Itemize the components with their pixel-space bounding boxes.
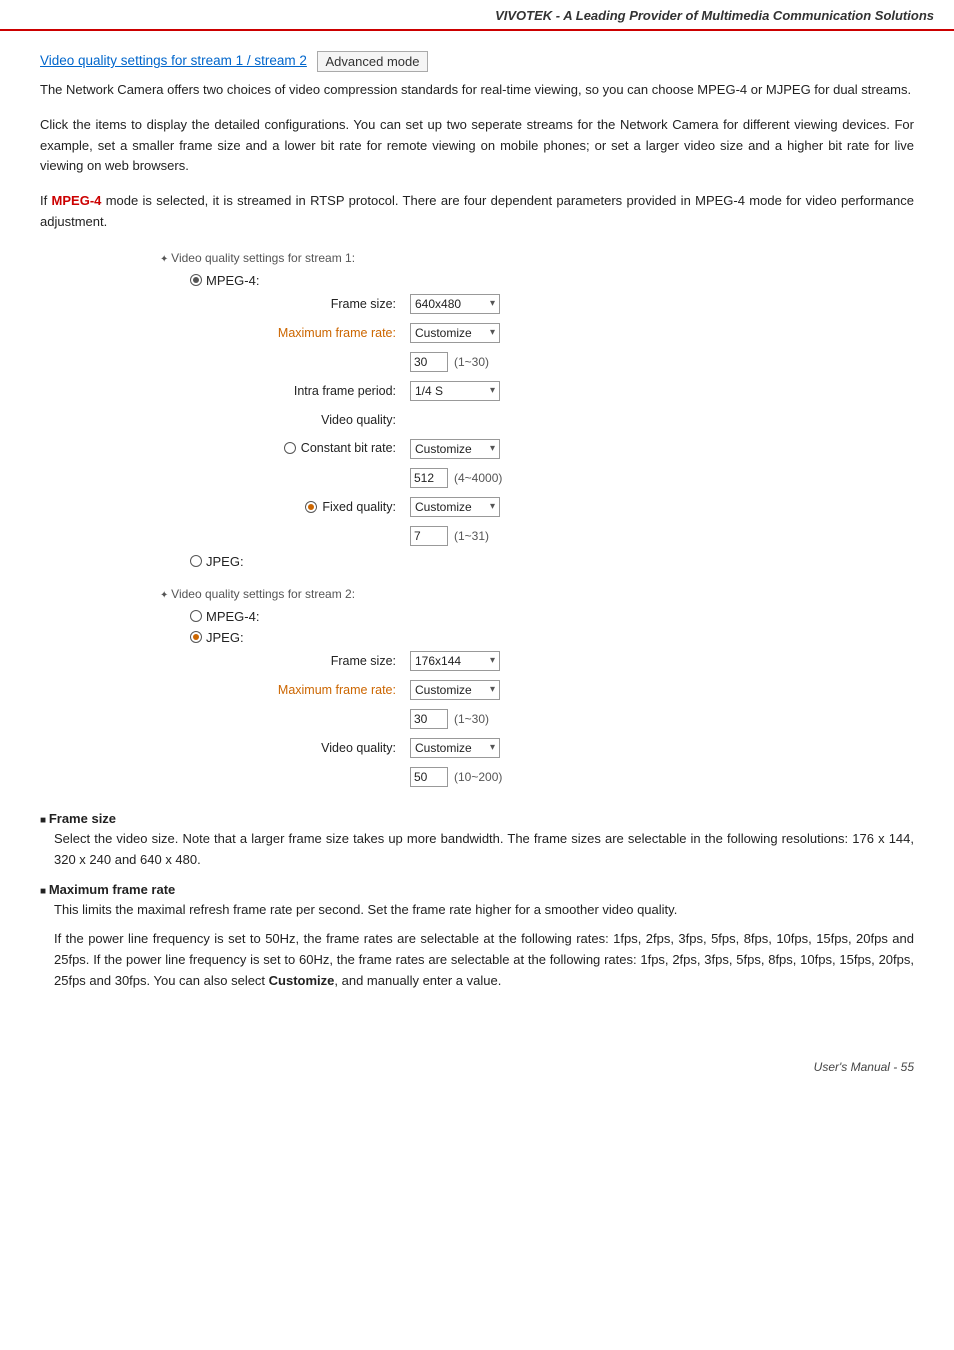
stream2-mpeg4-radio-row: MPEG-4: — [190, 609, 914, 624]
stream2-frame-size-label: Frame size: — [250, 654, 410, 668]
advanced-mode-button[interactable]: Advanced mode — [317, 51, 429, 72]
stream1-cbr-label: Constant bit rate: — [301, 441, 396, 455]
stream2-frame-size-row: Frame size: 176x144 — [250, 649, 914, 673]
legend-max-frame-rate: Maximum frame rate This limits the maxim… — [40, 882, 914, 991]
stream1-intra-frame-select[interactable]: 1/4 S — [410, 381, 500, 401]
stream2-vq-select[interactable]: Customize — [410, 738, 500, 758]
stream1-max-frame-rate-label: Maximum frame rate: — [250, 326, 410, 340]
legend-sub-bold: Customize — [269, 973, 335, 988]
header-title: VIVOTEK - A Leading Provider of Multimed… — [495, 8, 934, 23]
legend-frame-size-title: Frame size — [40, 811, 914, 826]
para2: If MPEG-4 mode is selected, it is stream… — [40, 191, 914, 233]
stream2-max-frame-rate-select[interactable]: Customize — [410, 680, 500, 700]
stream1-mpeg4-label: MPEG-4: — [206, 273, 259, 288]
stream2-vq-label: Video quality: — [250, 741, 410, 755]
stream2-mpeg4-group: MPEG-4: — [190, 609, 914, 624]
stream1-vq-label-row: Video quality: — [250, 408, 914, 432]
page-wrapper: VIVOTEK - A Leading Provider of Multimed… — [0, 0, 954, 1350]
stream2-mpeg4-radio[interactable] — [190, 610, 202, 622]
stream1-fq-select[interactable]: Customize — [410, 497, 500, 517]
stream1-intra-frame-row: Intra frame period: 1/4 S — [250, 379, 914, 403]
stream1-fq-row: Fixed quality: Customize — [250, 495, 914, 519]
stream1-cbr-row: Constant bit rate: Customize — [250, 437, 914, 461]
page-footer: User's Manual - 55 — [0, 1054, 954, 1080]
legend-sub-end: , and manually enter a value. — [334, 973, 501, 988]
stream1-fq-label: Fixed quality: — [322, 500, 396, 514]
stream2-vq-range: (10~200) — [454, 770, 502, 784]
title-row: Video quality settings for stream 1 / st… — [40, 51, 914, 72]
stream2-jpeg-radio[interactable] — [190, 631, 202, 643]
stream2-max-frame-rate-num-row: 30 (1~30) — [250, 707, 914, 731]
stream1-mpeg4-group: MPEG-4: Frame size: 640x480 Maximum fram… — [190, 273, 914, 548]
stream1-cbr-input[interactable]: 512 — [410, 468, 448, 488]
stream2-max-frame-rate-input[interactable]: 30 — [410, 709, 448, 729]
stream1-max-frame-rate-select[interactable]: Customize — [410, 323, 500, 343]
stream1-max-frame-rate-value: Customize — [410, 323, 500, 343]
main-content: Video quality settings for stream 1 / st… — [0, 31, 954, 1034]
intro-paragraph: The Network Camera offers two choices of… — [40, 80, 914, 101]
stream2-title: Video quality settings for stream 2: — [160, 587, 914, 601]
stream1-cbr-radio[interactable] — [284, 442, 296, 454]
stream2-max-frame-rate-range: (1~30) — [454, 712, 489, 726]
stream2-max-frame-rate-row: Maximum frame rate: Customize — [250, 678, 914, 702]
stream1-cbr-num-row: 512 (4~4000) — [250, 466, 914, 490]
page-title-link[interactable]: Video quality settings for stream 1 / st… — [40, 53, 307, 68]
legend-max-frame-rate-body: This limits the maximal refresh frame ra… — [54, 900, 914, 921]
stream1-fq-radio[interactable] — [305, 501, 317, 513]
stream2-jpeg-radio-row: JPEG: — [190, 630, 914, 645]
stream2-mpeg4-label: MPEG-4: — [206, 609, 259, 624]
stream1-jpeg-group: JPEG: — [190, 554, 914, 569]
stream1-fq-num-row: 7 (1~31) — [250, 524, 914, 548]
legend-frame-size: Frame size Select the video size. Note t… — [40, 811, 914, 871]
stream2-max-frame-rate-label: Maximum frame rate: — [250, 683, 410, 697]
stream1-max-frame-rate-num-row: 30 (1~30) — [250, 350, 914, 374]
stream1-section: Video quality settings for stream 1: MPE… — [160, 251, 914, 569]
stream1-title: Video quality settings for stream 1: — [160, 251, 914, 265]
legend-frame-size-body: Select the video size. Note that a large… — [54, 829, 914, 871]
stream1-vq-label: Video quality: — [250, 413, 410, 427]
stream1-fq-input[interactable]: 7 — [410, 526, 448, 546]
stream1-mpeg4-radio[interactable] — [190, 274, 202, 286]
stream1-max-frame-rate-row: Maximum frame rate: Customize — [250, 321, 914, 345]
para1: Click the items to display the detailed … — [40, 115, 914, 177]
stream2-section: Video quality settings for stream 2: MPE… — [160, 587, 914, 789]
stream1-mpeg4-radio-row: MPEG-4: — [190, 273, 914, 288]
stream1-jpeg-label: JPEG: — [206, 554, 244, 569]
page-header: VIVOTEK - A Leading Provider of Multimed… — [0, 0, 954, 31]
stream2-vq-num-row: 50 (10~200) — [250, 765, 914, 789]
legend-section: Frame size Select the video size. Note t… — [40, 811, 914, 992]
stream2-vq-input[interactable]: 50 — [410, 767, 448, 787]
stream2-vq-row: Video quality: Customize — [250, 736, 914, 760]
stream1-settings: Frame size: 640x480 Maximum frame rate: … — [250, 292, 914, 548]
stream1-max-frame-rate-input[interactable]: 30 — [410, 352, 448, 372]
legend-max-frame-rate-title: Maximum frame rate — [40, 882, 914, 897]
stream1-cbr-select[interactable]: Customize — [410, 439, 500, 459]
stream1-intra-frame-label: Intra frame period: — [250, 384, 410, 398]
stream1-max-frame-rate-range: (1~30) — [454, 355, 489, 369]
legend-max-frame-rate-sub: If the power line frequency is set to 50… — [54, 929, 914, 991]
stream1-frame-size-value: 640x480 — [410, 294, 500, 314]
stream2-frame-size-select[interactable]: 176x144 — [410, 651, 500, 671]
stream1-cbr-range: (4~4000) — [454, 471, 502, 485]
stream2-settings: Frame size: 176x144 Maximum frame rate: … — [250, 649, 914, 789]
mpeg4-highlight: MPEG-4 — [52, 193, 102, 208]
stream1-frame-size-select[interactable]: 640x480 — [410, 294, 500, 314]
stream1-jpeg-radio[interactable] — [190, 555, 202, 567]
stream2-jpeg-label: JPEG: — [206, 630, 244, 645]
stream1-frame-size-label: Frame size: — [250, 297, 410, 311]
stream1-fq-range: (1~31) — [454, 529, 489, 543]
stream1-frame-size-row: Frame size: 640x480 — [250, 292, 914, 316]
footer-text: User's Manual - 55 — [814, 1060, 914, 1074]
para2-suffix: mode is selected, it is streamed in RTSP… — [40, 193, 914, 229]
para2-prefix: If — [40, 193, 52, 208]
stream2-jpeg-group: JPEG: Frame size: 176x144 Maximum frame … — [190, 630, 914, 789]
stream1-jpeg-radio-row: JPEG: — [190, 554, 914, 569]
